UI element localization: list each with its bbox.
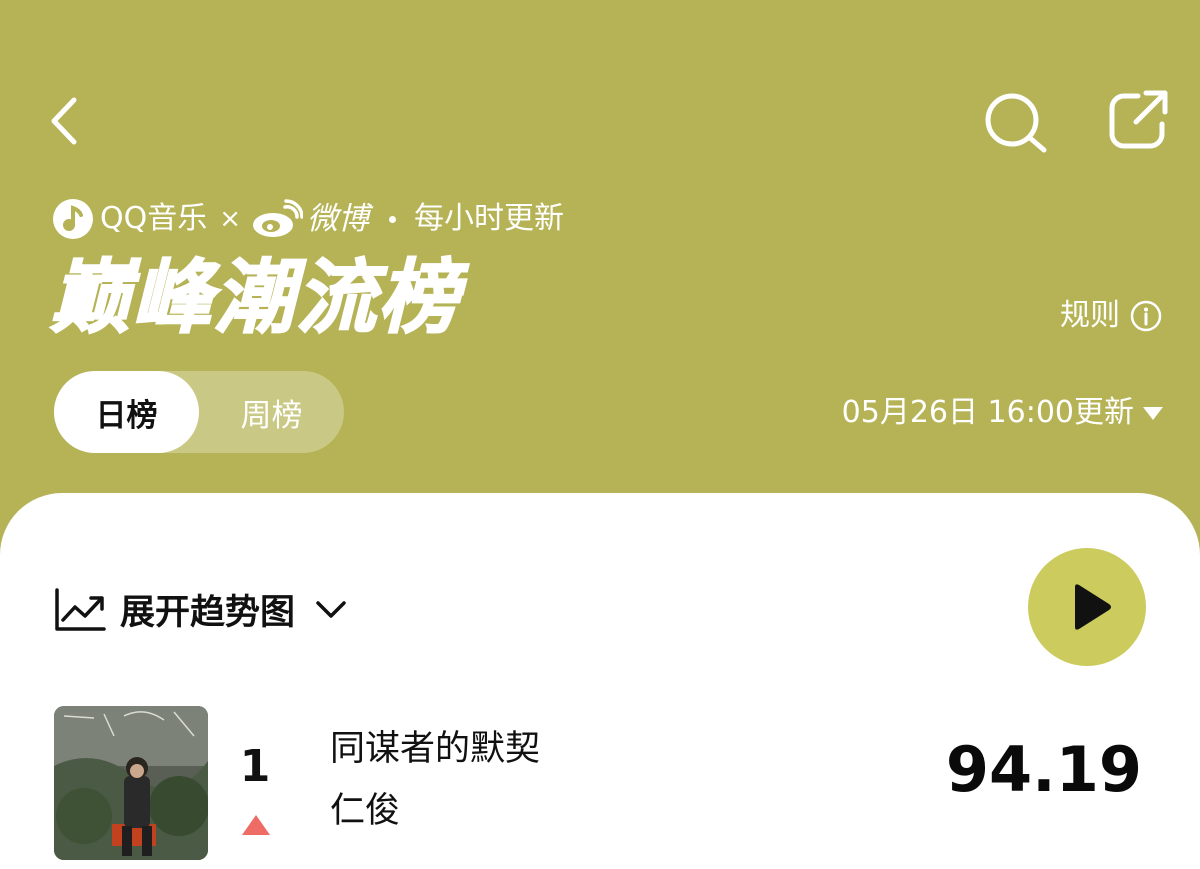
back-button[interactable] xyxy=(40,88,92,154)
album-cover xyxy=(54,706,208,860)
update-time-selector[interactable]: 05月26日 16:00更新 xyxy=(842,392,1164,434)
play-icon xyxy=(1075,584,1111,630)
song-title: 同谋者的默契 xyxy=(330,729,541,769)
artist-name: 仁俊 xyxy=(330,791,401,831)
update-frequency-label: 每小时更新 xyxy=(414,201,565,236)
trend-chart-icon xyxy=(55,587,106,631)
chart-period-tabs: 日榜 周榜 xyxy=(54,371,344,453)
expand-trend-toggle[interactable]: 展开趋势图 xyxy=(54,584,347,635)
search-button[interactable] xyxy=(978,86,1054,158)
share-icon xyxy=(1109,90,1168,149)
song-row[interactable]: 1 同谋者的默契 仁俊 94.19 xyxy=(0,704,1200,860)
caret-down-icon xyxy=(1143,407,1163,420)
rules-link[interactable]: 规则 xyxy=(1060,296,1162,336)
search-icon xyxy=(985,93,1047,153)
chevron-down-icon xyxy=(316,600,346,618)
qq-music-logo-icon xyxy=(53,199,93,239)
info-icon xyxy=(1130,300,1162,332)
brand-row: QQ音乐 × 微博 每小时更新 xyxy=(52,196,564,242)
separator-dot xyxy=(389,215,397,223)
brand-weibo-label: 微博 xyxy=(307,201,370,237)
album-cover-art xyxy=(54,706,208,860)
rank-number: 1 xyxy=(239,741,271,792)
tab-daily[interactable]: 日榜 xyxy=(54,371,199,453)
tab-weekly[interactable]: 周榜 xyxy=(199,371,344,453)
song-score: 94.19 xyxy=(945,733,1142,806)
arrow-up-icon xyxy=(242,815,270,835)
weibo-logo-icon xyxy=(253,199,304,237)
trend-toggle-label: 展开趋势图 xyxy=(120,593,296,633)
play-all-button[interactable] xyxy=(1028,548,1146,666)
share-button[interactable] xyxy=(1100,84,1176,156)
page-title: 巅峰潮流榜 xyxy=(49,250,460,345)
chevron-left-icon xyxy=(51,97,77,145)
update-time-label: 05月26日 16:00更新 xyxy=(841,395,1134,430)
brand-qq-label: QQ音乐 xyxy=(100,201,208,236)
brand-separator: × xyxy=(219,204,242,234)
rules-label: 规则 xyxy=(1060,298,1120,333)
